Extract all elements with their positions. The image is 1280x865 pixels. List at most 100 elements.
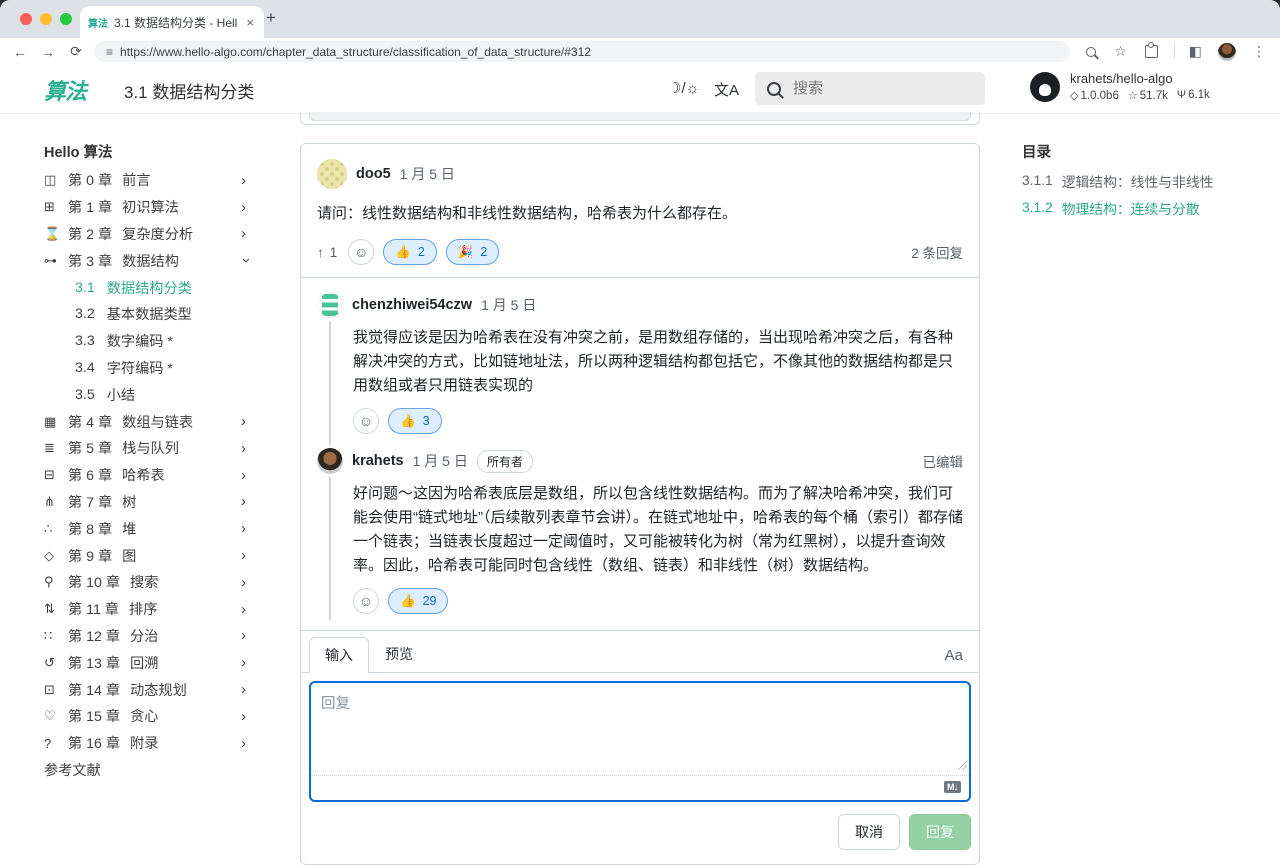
sidebar-item-chapter-1[interactable]: ⊞ 第 1 章 初识算法 › — [44, 194, 250, 221]
reply-submit-button[interactable]: 回复 — [909, 814, 971, 850]
upvote-count: 1 — [330, 245, 338, 260]
sidebar-item-chapter-10[interactable]: ⚲ 第 10 章 搜索 › — [44, 569, 250, 596]
sidebar-item-chapter-11[interactable]: ⇅ 第 11 章 排序 › — [44, 596, 250, 623]
tab-preview[interactable]: 预览 — [369, 637, 429, 672]
sidebar-item-chapter-2[interactable]: ⌛ 第 2 章 复杂度分析 › — [44, 221, 250, 248]
sidebar-item-chapter-0[interactable]: ◫ 第 0 章 前言 › — [44, 167, 250, 194]
sidebar-item-3-2[interactable]: 3.2 基本数据类型 — [44, 301, 250, 328]
add-reaction-button[interactable]: ☺ — [353, 408, 379, 434]
reply-comment: krahets 1 月 5 日 所有者 已编辑 好问题～这因为哈希表底层是数组，… — [317, 448, 963, 614]
sidebar-item-chapter-6[interactable]: ⊟ 第 6 章 哈希表 › — [44, 462, 250, 489]
new-tab-button[interactable]: + — [266, 8, 276, 28]
tab-write[interactable]: 输入 — [309, 637, 369, 673]
cancel-button[interactable]: 取消 — [838, 814, 900, 850]
browser-profile-avatar[interactable] — [1218, 43, 1236, 61]
reaction-tada[interactable]: 🎉 2 — [446, 239, 500, 265]
backtrack-icon: ↺ — [44, 655, 68, 671]
sidebar-item-3-5[interactable]: 3.5 小结 — [44, 381, 250, 408]
reaction-thumbs-up[interactable]: 👍 2 — [383, 239, 437, 265]
chevron-right-icon[interactable]: › — [241, 654, 250, 671]
avatar[interactable] — [317, 448, 343, 474]
comment-author[interactable]: doo5 — [356, 166, 391, 182]
chevron-right-icon[interactable]: › — [241, 708, 250, 725]
theme-toggle-icon[interactable]: ☽/☼ — [668, 79, 699, 97]
sidebar-item-chapter-3[interactable]: ⊶ 第 3 章 数据结构 › — [44, 247, 250, 274]
chevron-right-icon[interactable]: › — [241, 520, 250, 537]
add-reaction-button[interactable]: ☺ — [353, 588, 379, 614]
search-input[interactable] — [791, 79, 955, 98]
translate-icon[interactable]: 文A — [714, 79, 739, 100]
side-panel-icon[interactable]: ◧ — [1189, 43, 1202, 60]
browser-menu-icon[interactable]: ⋮ — [1252, 43, 1266, 60]
toc-item-3-1-2[interactable]: 3.1.2 物理结构：连续与分散 — [1022, 194, 1262, 221]
avatar[interactable] — [317, 292, 343, 318]
forward-icon[interactable]: → — [34, 44, 62, 60]
sidebar-item-chapter-15[interactable]: ♡ 第 15 章 贪心 › — [44, 703, 250, 730]
replies-count: 2 条回复 — [911, 242, 963, 262]
reaction-thumbs-up[interactable]: 👍 3 — [388, 408, 442, 434]
chevron-down-icon[interactable]: › — [238, 258, 257, 263]
site-settings-icon[interactable]: ≡ — [106, 45, 112, 59]
toc-item-3-1-1[interactable]: 3.1.1 逻辑结构：线性与非线性 — [1022, 167, 1262, 194]
sidebar-item-3-4[interactable]: 3.4 字符编码 * — [44, 355, 250, 382]
reply-author[interactable]: chenzhiwei54czw — [352, 297, 472, 313]
resize-handle[interactable] — [958, 761, 967, 770]
chevron-right-icon[interactable]: › — [241, 467, 250, 484]
repo-stars: ☆51.7k — [1128, 89, 1168, 102]
comment-date[interactable]: 1 月 5 日 — [400, 164, 455, 184]
reaction-thumbs-up[interactable]: 👍 29 — [388, 588, 448, 614]
chevron-right-icon[interactable]: › — [241, 225, 250, 242]
tab-close-icon[interactable]: × — [244, 15, 256, 30]
reload-icon[interactable]: ⟳ — [62, 43, 90, 60]
search-glass-icon: ⚲ — [44, 574, 68, 590]
chevron-right-icon[interactable]: › — [241, 627, 250, 644]
sidebar-item-chapter-7[interactable]: ⋔ 第 7 章 树 › — [44, 489, 250, 516]
reply-author[interactable]: krahets — [352, 453, 404, 469]
hello-algo-logo[interactable]: 算法 — [44, 74, 86, 106]
bookmark-star-icon[interactable]: ☆ — [1114, 43, 1127, 60]
avatar[interactable] — [317, 159, 347, 189]
sidebar-item-chapter-16[interactable]: ? 第 16 章 附录 › — [44, 730, 250, 757]
sidebar-item-chapter-9[interactable]: ◇ 第 9 章 图 › — [44, 542, 250, 569]
close-window-button[interactable] — [20, 13, 32, 25]
browser-tab[interactable]: 算法 3.1 数据结构分类 - Hello 算法 × — [80, 6, 264, 38]
chevron-right-icon[interactable]: › — [241, 547, 250, 564]
sidebar-item-references[interactable]: 参考文献 — [44, 757, 250, 784]
minimize-window-button[interactable] — [40, 13, 52, 25]
sidebar-item-3-1[interactable]: 3.1 数据结构分类 — [44, 274, 250, 301]
zoom-icon[interactable] — [1086, 47, 1096, 57]
extensions-icon[interactable] — [1145, 45, 1158, 58]
chevron-right-icon[interactable]: › — [241, 574, 250, 591]
heap-icon: ∴ — [44, 521, 68, 537]
comment-body: 请问：线性数据结构和非线性数据结构，哈希表为什么都存在。 — [317, 202, 963, 226]
reply-date[interactable]: 1 月 5 日 — [413, 451, 468, 471]
chevron-right-icon[interactable]: › — [241, 601, 250, 618]
github-repo-link[interactable]: krahets/hello-algo ◇1.0.0b6 ☆51.7k Ψ6.1k — [1030, 71, 1210, 102]
url-bar[interactable]: ≡ https://www.hello-algo.com/chapter_dat… — [94, 41, 1070, 62]
search-box[interactable] — [755, 72, 985, 105]
chevron-right-icon[interactable]: › — [241, 199, 250, 216]
sidebar-item-3-3[interactable]: 3.3 数字编码 * — [44, 328, 250, 355]
chevron-right-icon[interactable]: › — [241, 735, 250, 752]
sidebar-item-chapter-4[interactable]: ▦ 第 4 章 数组与链表 › — [44, 408, 250, 435]
sidebar-item-chapter-12[interactable]: ∷ 第 12 章 分治 › — [44, 623, 250, 650]
text-format-toggle[interactable]: Aa — [945, 647, 971, 672]
reply-date[interactable]: 1 月 5 日 — [481, 295, 536, 315]
markdown-icon[interactable]: M↓ — [944, 781, 961, 793]
maximize-window-button[interactable] — [60, 13, 72, 25]
sidebar-item-chapter-14[interactable]: ⊡ 第 14 章 动态规划 › — [44, 676, 250, 703]
reply-input[interactable] — [311, 683, 969, 775]
sidebar-item-chapter-13[interactable]: ↺ 第 13 章 回溯 › — [44, 649, 250, 676]
sidebar-item-chapter-8[interactable]: ∴ 第 8 章 堆 › — [44, 515, 250, 542]
add-reaction-button[interactable]: ☺ — [348, 239, 374, 265]
back-icon[interactable]: ← — [6, 44, 34, 60]
chevron-right-icon[interactable]: › — [241, 172, 250, 189]
previous-comment-bar — [309, 112, 971, 121]
fork-icon: Ψ — [1177, 89, 1186, 101]
chevron-right-icon[interactable]: › — [241, 440, 250, 457]
chevron-right-icon[interactable]: › — [241, 681, 250, 698]
upvote-button[interactable]: ↑ 1 — [317, 245, 337, 260]
sidebar-item-chapter-5[interactable]: ≣ 第 5 章 栈与队列 › — [44, 435, 250, 462]
chevron-right-icon[interactable]: › — [241, 413, 250, 430]
chevron-right-icon[interactable]: › — [241, 493, 250, 510]
